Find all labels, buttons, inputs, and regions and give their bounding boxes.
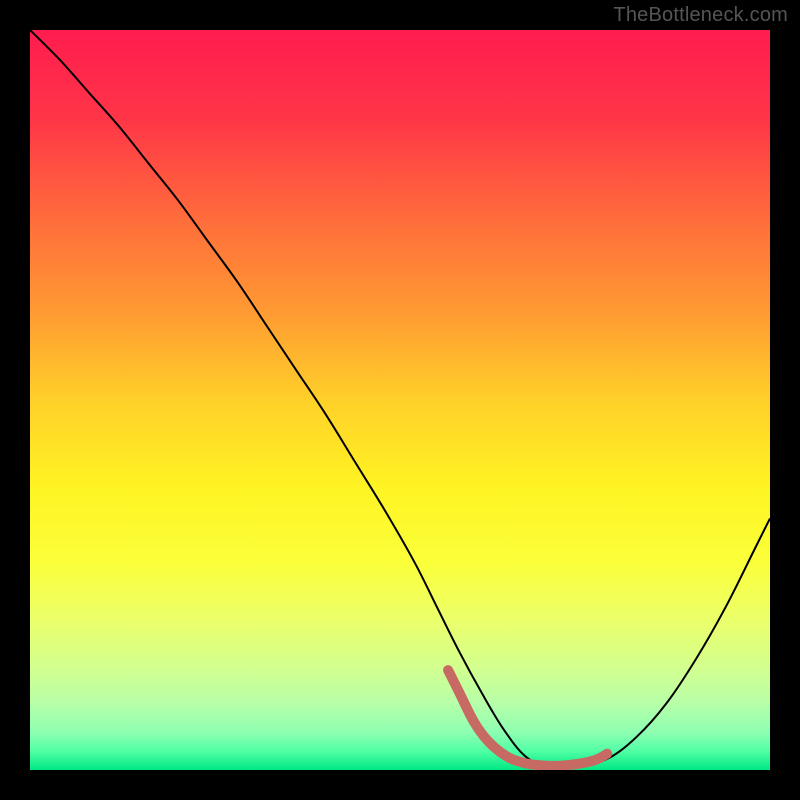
watermark-text: TheBottleneck.com — [613, 4, 788, 27]
plot-area — [30, 30, 770, 770]
chart-container: TheBottleneck.com — [0, 0, 800, 800]
chart-svg — [30, 30, 770, 770]
chart-background — [30, 30, 770, 770]
